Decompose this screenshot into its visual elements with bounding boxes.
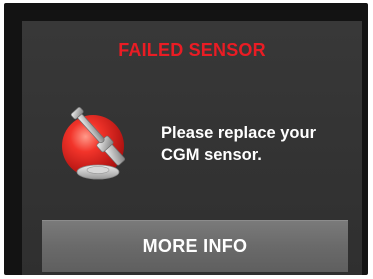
sensor-applicator-icon: [62, 107, 125, 180]
more-info-button[interactable]: MORE INFO: [42, 220, 348, 272]
alert-message: Please replace your CGM sensor.: [161, 122, 357, 166]
device-frame: FAILED SENSOR Please replace your CGM se…: [4, 3, 368, 275]
alert-message-line-2: CGM sensor.: [161, 146, 262, 164]
more-info-label: MORE INFO: [142, 236, 248, 256]
alert-message-line-1: Please replace your: [161, 124, 317, 142]
alert-screen: FAILED SENSOR Please replace your CGM se…: [22, 21, 362, 275]
alert-title: FAILED SENSOR: [118, 40, 266, 60]
